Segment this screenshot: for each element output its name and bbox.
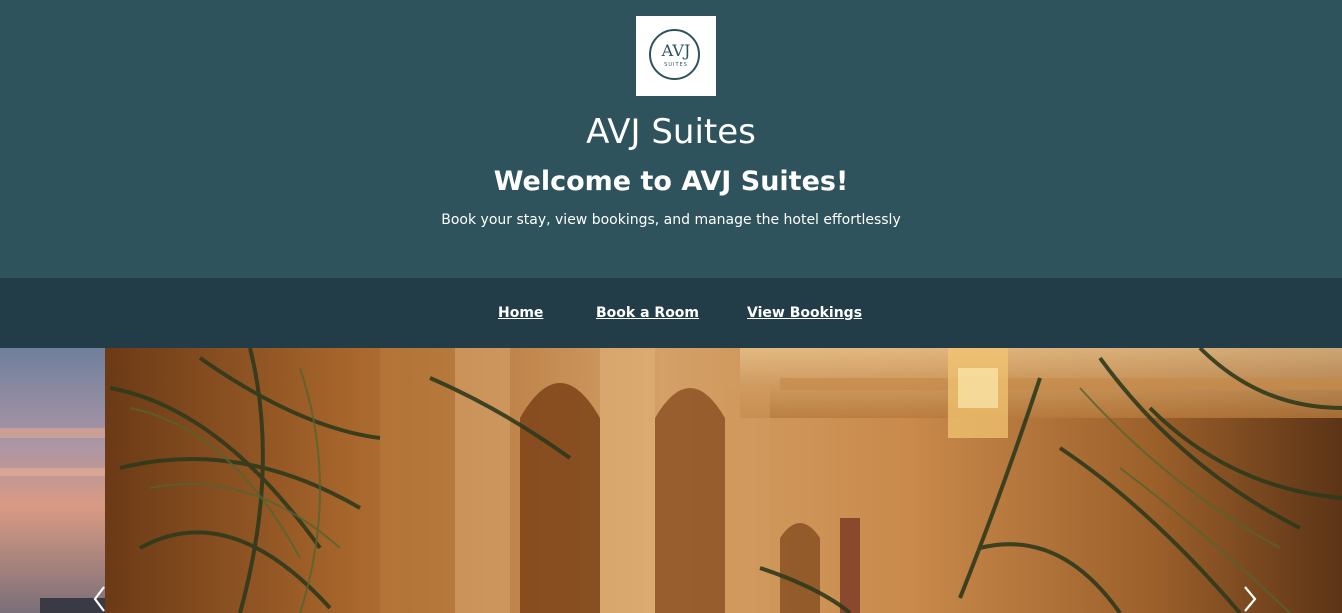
nav-link-book-room[interactable]: Book a Room	[596, 302, 699, 324]
carousel-next-icon[interactable]	[1238, 583, 1262, 613]
logo-main-text: AVJ	[661, 41, 691, 60]
logo-sub-text: SUITES	[664, 62, 688, 68]
nav-link-view-bookings[interactable]: View Bookings	[747, 302, 862, 324]
site-title: AVJ Suites	[586, 112, 756, 152]
hero-carousel	[0, 348, 1342, 613]
nav-link-home[interactable]: Home	[498, 302, 543, 324]
carousel-prev-icon[interactable]	[88, 583, 112, 613]
main-nav: Home Book a Room View Bookings	[0, 278, 1342, 348]
tagline: Book your stay, view bookings, and manag…	[441, 212, 901, 228]
hotel-logo[interactable]: AVJ SUITES	[636, 16, 716, 96]
welcome-heading: Welcome to AVJ Suites!	[493, 166, 849, 197]
hero-image	[0, 348, 1342, 613]
site-header: AVJ SUITES AVJ Suites Welcome to AVJ Sui…	[0, 0, 1342, 278]
